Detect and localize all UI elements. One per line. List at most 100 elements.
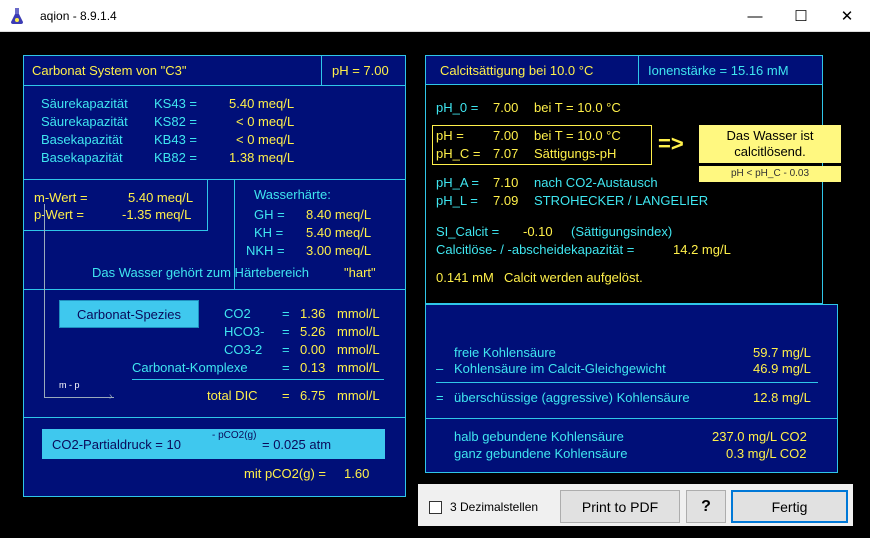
species-unit: mmol/L [337,342,380,357]
pha-value: 7.10 [493,175,519,190]
ganz-gebunden-label: ganz gebundene Kohlensäure [454,446,628,461]
close-button[interactable]: ✕ [824,0,870,32]
mp-box [24,180,208,231]
mwert-value: 5.40 meq/L [128,190,194,205]
phl-value: 7.09 [493,193,519,208]
si-desc: (Sättigungsindex) [571,224,673,239]
capacity-code: KS43 = [154,96,198,111]
haerte-title: Wasserhärte: [254,187,331,202]
nkh-label: NKH = [246,243,285,258]
capacity-value: 1.38 meq/L [229,150,295,165]
dic-label: total DIC [207,388,258,403]
phl-desc: STROHECKER / LANGELIER [534,193,709,208]
carbonat-spezies-button[interactable]: Carbonat-Spezies [59,300,199,328]
maximize-button[interactable]: ☐ [778,0,824,32]
phl-label: pH_L = [436,193,478,208]
halb-gebunden-value: 237.0 mg/L CO2 [712,429,807,444]
kapazitaet-value: 14.2 mg/L [673,242,731,257]
ph0-value: 7.00 [493,100,519,115]
kohlen-label: Kohlensäure im Calcit-Gleichgewicht [454,361,666,376]
dic-unit: mmol/L [337,388,380,403]
ph-label: pH = [436,128,464,143]
kohlen-value: 59.7 mg/L [753,345,811,360]
pco2-label: mit pCO2(g) = [244,466,326,481]
ph-value: 7.00 [493,128,519,143]
pwert-label: p-Wert = [34,207,84,222]
kohlen-label: freie Kohlensäure [454,345,556,360]
carbonat-ph: pH = 7.00 [332,63,389,78]
window-title: aqion - 8.9.1.4 [40,9,117,23]
gh-label: GH = [254,207,285,222]
minimize-button[interactable]: — [732,0,778,32]
capacity-value: < 0 meq/L [236,114,295,129]
app-icon [11,8,23,24]
mwert-label: m-Wert = [34,190,88,205]
kh-value: 5.40 meq/L [306,225,372,240]
partialdruck-label: CO2-Partialdruck = 10 [52,437,181,452]
capacity-label: Basekapazität [41,132,123,147]
kapazitaet-label: Calcitlöse- / -abscheidekapazität = [436,242,635,257]
dic-value: 6.75 [300,388,326,403]
ph0-label: pH_0 = [436,100,479,115]
species-value: 1.36 [300,306,326,321]
si-label: SI_Calcit = [436,224,500,239]
kohlen-result-value: 12.8 mg/L [753,390,811,405]
phc-value: 7.07 [493,146,519,161]
verdict-condition: pH < pH_C - 0.03 [699,166,841,182]
partialdruck-box: CO2-Partialdruck = 10 - pCO2(g) = 0.025 … [42,429,385,459]
capacity-code: KB43 = [154,132,198,147]
verdict-line1: Das Wasser ist [726,128,814,143]
ph-desc: bei T = 10.0 °C [534,128,621,143]
decimals-checkbox[interactable] [429,501,442,514]
species-value: 0.13 [300,360,326,375]
capacity-code: KB82 = [154,150,198,165]
ionic-strength: Ionenstärke = 15.16 mM [648,63,789,78]
calcit-title: Calcitsättigung bei 10.0 °C [440,63,594,78]
species-name: CO3-2 [224,342,263,357]
verdict-box: Das Wasser ist calcitlösend. [699,125,841,163]
fertig-button[interactable]: Fertig [731,490,848,523]
species-name: Carbonat-Komplexe [132,360,248,375]
ganz-gebunden-value: 0.3 mg/L CO2 [726,446,807,461]
title-bar: aqion - 8.9.1.4 — ☐ ✕ [0,0,870,32]
kohlen-value: 46.9 mg/L [753,361,811,376]
axis-label: m - p [59,380,80,390]
kohlen-result-label: überschüssige (aggressive) Kohlensäure [454,390,690,405]
kohlensaeure-panel: freie Kohlensäure 59.7 mg/L – Kohlensäur… [425,304,838,473]
dic-eq: = [282,388,290,403]
phc-label: pH_C = [436,146,481,161]
dissolve-text: Calcit werden aufgelöst. [504,270,643,285]
pwert-value: -1.35 meq/L [122,207,192,222]
species-value: 5.26 [300,324,326,339]
print-pdf-button[interactable]: Print to PDF [560,490,680,523]
nkh-value: 3.00 meq/L [306,243,372,258]
haerte-text: Das Wasser gehört zum Härtebereich [92,265,309,280]
ph0-desc: bei T = 10.0 °C [534,100,621,115]
partialdruck-exponent: - pCO2(g) [212,430,257,441]
arrow-icon: => [658,131,684,156]
species-value: 0.00 [300,342,326,357]
species-name: CO2 [224,306,251,321]
species-unit: mmol/L [337,360,380,375]
phc-desc: Sättigungs-pH [534,146,617,161]
capacity-value: 5.40 meq/L [229,96,295,111]
species-unit: mmol/L [337,324,380,339]
capacity-label: Säurekapazität [41,114,128,129]
pha-label: pH_A = [436,175,480,190]
help-button[interactable]: ? [686,490,726,523]
haerte-value: "hart" [344,265,376,280]
pco2-value: 1.60 [344,466,370,481]
verdict-line2: calcitlösend. [734,144,806,159]
species-eq: = [282,360,290,375]
carbonat-panel: Carbonat System von "C3" pH = 7.00 Säure… [23,55,406,497]
halb-gebunden-label: halb gebundene Kohlensäure [454,429,624,444]
decimals-label: 3 Dezimalstellen [450,500,539,514]
species-eq: = [282,324,290,339]
gh-value: 8.40 meq/L [306,207,372,222]
capacity-label: Basekapazität [41,150,123,165]
axis-arrow-icon: › [109,391,113,402]
pha-desc: nach CO2-Austausch [534,175,658,190]
capacity-value: < 0 meq/L [236,132,295,147]
kohlen-prefix: – [436,361,444,376]
kohlen-result-prefix: = [436,390,444,405]
